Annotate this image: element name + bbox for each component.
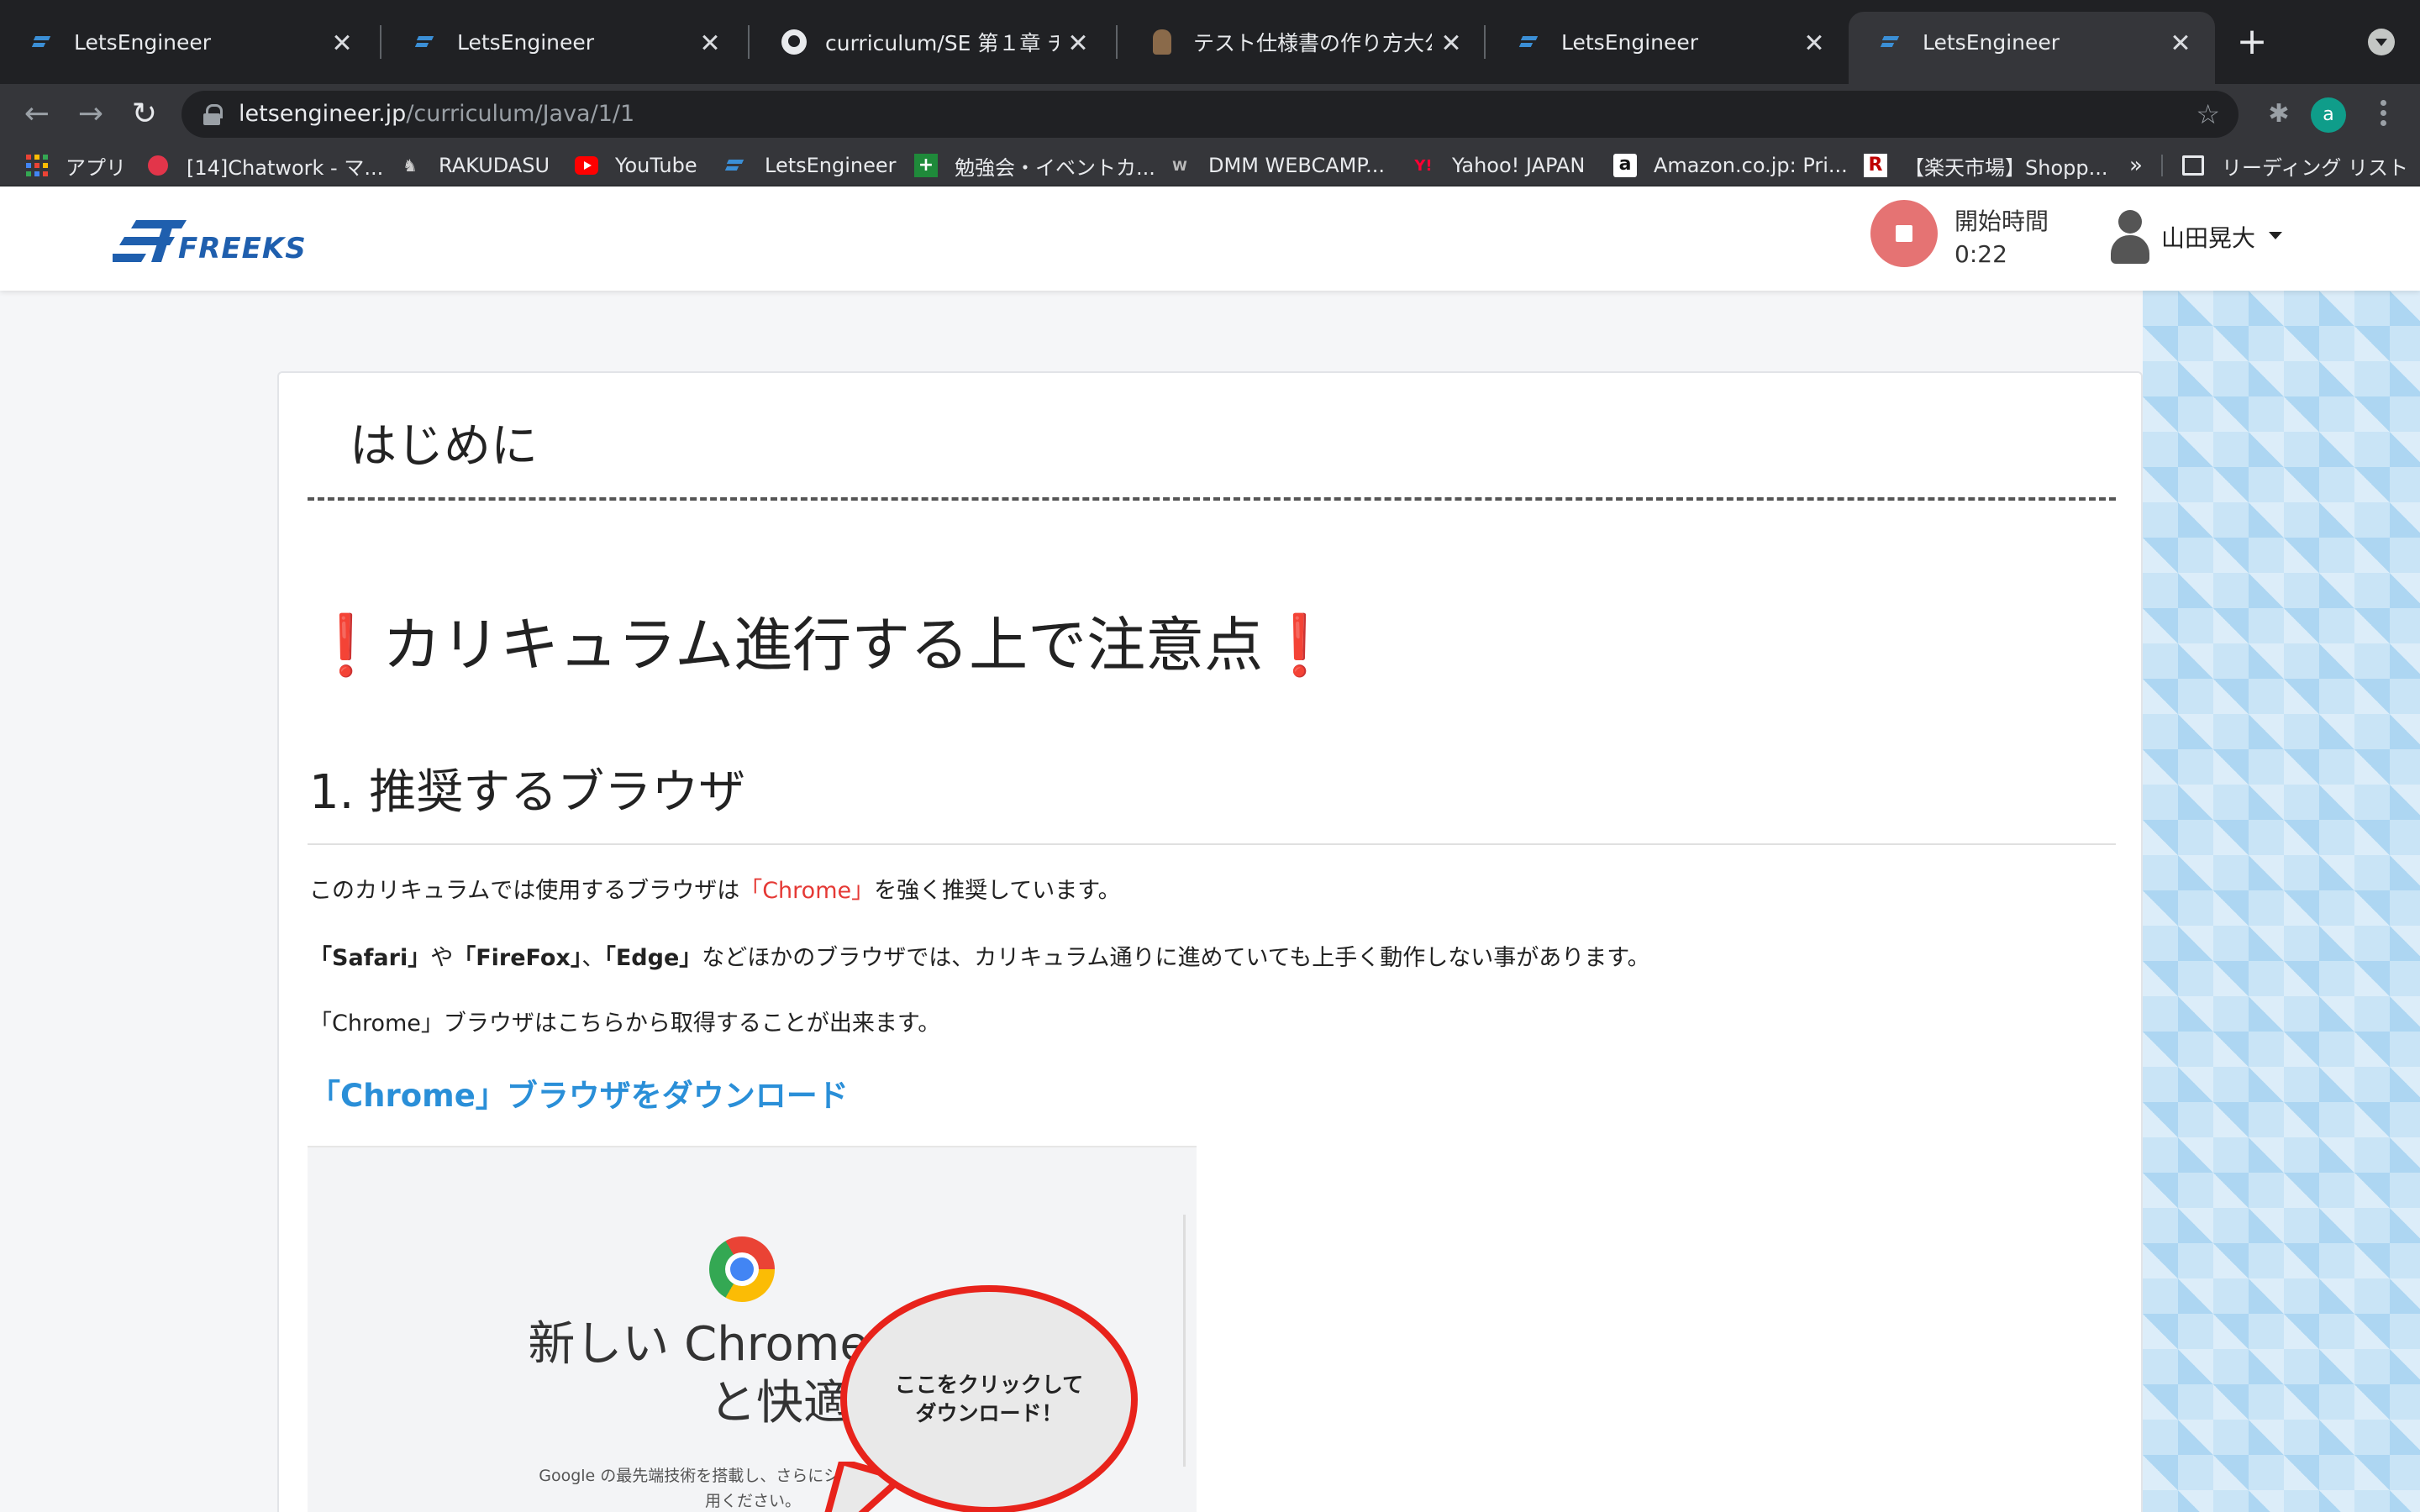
tab-close-icon[interactable] [1067, 31, 1089, 53]
bookmarks-overflow-button[interactable]: » [2129, 144, 2143, 186]
browser-menu-icon[interactable] [2368, 96, 2398, 133]
user-avatar-icon[interactable] [2111, 210, 2149, 264]
tab-strip: LetsEngineer LetsEngineer curriculum/SE … [0, 0, 2420, 84]
lock-icon [203, 104, 223, 125]
reading-list-button[interactable]: リーディング リスト [2181, 144, 2408, 186]
paragraph-recommend: このカリキュラムでは使用するブラウザは「Chrome」を強く推奨しています。 [309, 878, 1121, 904]
tab-close-icon[interactable] [331, 31, 353, 53]
tab-close-icon[interactable] [1803, 31, 1825, 53]
bookmark-youtube[interactable]: YouTube [575, 144, 697, 186]
bookmark-chatwork[interactable]: [14]Chatwork - マ... [146, 144, 383, 186]
browser-toolbar: ← → ↻ letsengineer.jp/curriculum/Java/1/… [0, 84, 2420, 144]
yahoo-icon: Y! [1414, 156, 1433, 175]
rakuten-icon: R [1864, 154, 1887, 177]
rakudasu-icon: ♞ [402, 155, 418, 176]
bookmarks-bar: アプリ [14]Chatwork - マ... ♞ RAKUDASU YouTu… [0, 144, 2420, 186]
tab-close-icon[interactable] [2170, 31, 2191, 53]
github-icon [781, 29, 807, 55]
letsengineer-icon [1518, 29, 1543, 55]
paragraph-get-chrome: 「Chrome」ブラウザはこちらから取得することが出来ます。 [309, 1011, 941, 1037]
site-header: FREEKS 開始時間 0:22 山田晃大 [0, 186, 2420, 291]
freeks-logo[interactable]: FREEKS [108, 215, 314, 269]
profile-avatar[interactable]: a [2311, 97, 2346, 133]
tab-close-icon[interactable] [699, 31, 721, 53]
address-bar[interactable]: letsengineer.jp/curriculum/Java/1/1 ☆ [182, 91, 2238, 138]
url-text[interactable]: letsengineer.jp/curriculum/Java/1/1 [239, 91, 634, 138]
letsengineer-icon [30, 29, 55, 55]
tab-letsengineer-1[interactable]: LetsEngineer [0, 12, 376, 72]
screenshot-edge [1183, 1215, 1186, 1467]
reading-list-icon [2181, 154, 2205, 177]
bookmark-amazon[interactable]: a Amazon.co.jp: Pri... [1613, 144, 1848, 186]
user-name[interactable]: 山田晃大 [2161, 220, 2255, 254]
chrome-logo-icon [709, 1236, 775, 1302]
tab-letsengineer-3[interactable]: LetsEngineer [1487, 12, 1849, 72]
tab-search-icon[interactable] [2368, 29, 2395, 55]
back-arrow-icon[interactable]: ← [15, 92, 59, 136]
download-callout-bubble: ここをクリックして ダウンロード！ [840, 1285, 1138, 1512]
stop-timer-button[interactable] [1870, 200, 1938, 267]
tab-divider [1484, 25, 1486, 59]
bookmark-rakuten[interactable]: R 【楽天市場】Shopp... [1864, 144, 2107, 186]
forward-arrow-icon[interactable]: → [69, 92, 113, 136]
dmm-icon: W [1172, 157, 1187, 174]
reload-icon[interactable]: ↻ [123, 92, 166, 136]
timer-label: 開始時間 [1954, 207, 2049, 235]
title-divider [308, 497, 2116, 501]
bookmark-rakudasu[interactable]: ♞ RAKUDASU [398, 144, 550, 186]
exclamation-icon: ❗ [309, 611, 383, 680]
extensions-puzzle-icon[interactable]: ✱ [2260, 96, 2297, 133]
exclamation-icon: ❗ [1263, 611, 1337, 680]
youtube-icon [575, 154, 598, 177]
bookmark-yahoo[interactable]: Y! Yahoo! JAPAN [1412, 144, 1585, 186]
bookmark-star-icon[interactable]: ☆ [2196, 91, 2220, 138]
apps-grid-icon [25, 154, 49, 177]
letsengineer-icon [1879, 29, 1904, 55]
tab-close-icon[interactable] [1440, 31, 1462, 53]
new-tab-button[interactable]: + [2235, 20, 2269, 64]
section-divider [308, 843, 2116, 845]
bookmark-dmm[interactable]: W DMM WEBCAMP... [1168, 144, 1385, 186]
tab-github-curriculum[interactable]: curriculum/SE 第１章 チェッ [751, 12, 1113, 72]
tab-test-spec[interactable]: テスト仕様書の作り方大公開： [1119, 12, 1486, 72]
tab-divider [748, 25, 750, 59]
timer-value: 0:22 [1954, 240, 2007, 268]
page-title: はじめに [350, 419, 538, 474]
bookmarks-divider [2161, 155, 2163, 176]
letsengineer-icon [413, 29, 439, 55]
bookmark-letsengineer[interactable]: LetsEngineer [724, 144, 897, 186]
tab-divider [380, 25, 381, 59]
bookmark-apps[interactable]: アプリ [25, 144, 126, 186]
tab-letsengineer-active[interactable]: LetsEngineer [1849, 12, 2215, 84]
dog-icon [1150, 29, 1175, 55]
bookmark-events[interactable]: + 勉強会・イベントカ... [914, 144, 1155, 186]
curriculum-card: はじめに ❗カリキュラム進行する上で注意点❗ 1. 推奨するブラウザ このカリキ… [277, 371, 2143, 1512]
chevron-down-icon[interactable] [2269, 232, 2282, 239]
chatwork-icon [146, 154, 170, 177]
amazon-icon: a [1613, 154, 1637, 177]
tab-letsengineer-2[interactable]: LetsEngineer [383, 12, 744, 72]
tab-divider [1116, 25, 1118, 59]
background-pattern [2143, 291, 2420, 1512]
chrome-download-link[interactable]: 「Chrome」ブラウザをダウンロード [309, 1070, 849, 1116]
letsengineer-icon [724, 154, 748, 177]
paragraph-other-browsers: 「Safari」や「FireFox」、「Edge」などほかのブラウザでは、カリキ… [309, 945, 1650, 971]
warning-heading: ❗カリキュラム進行する上で注意点❗ [309, 611, 1337, 680]
event-icon: + [914, 154, 938, 177]
section-heading: 1. 推奨するブラウザ [309, 765, 746, 820]
